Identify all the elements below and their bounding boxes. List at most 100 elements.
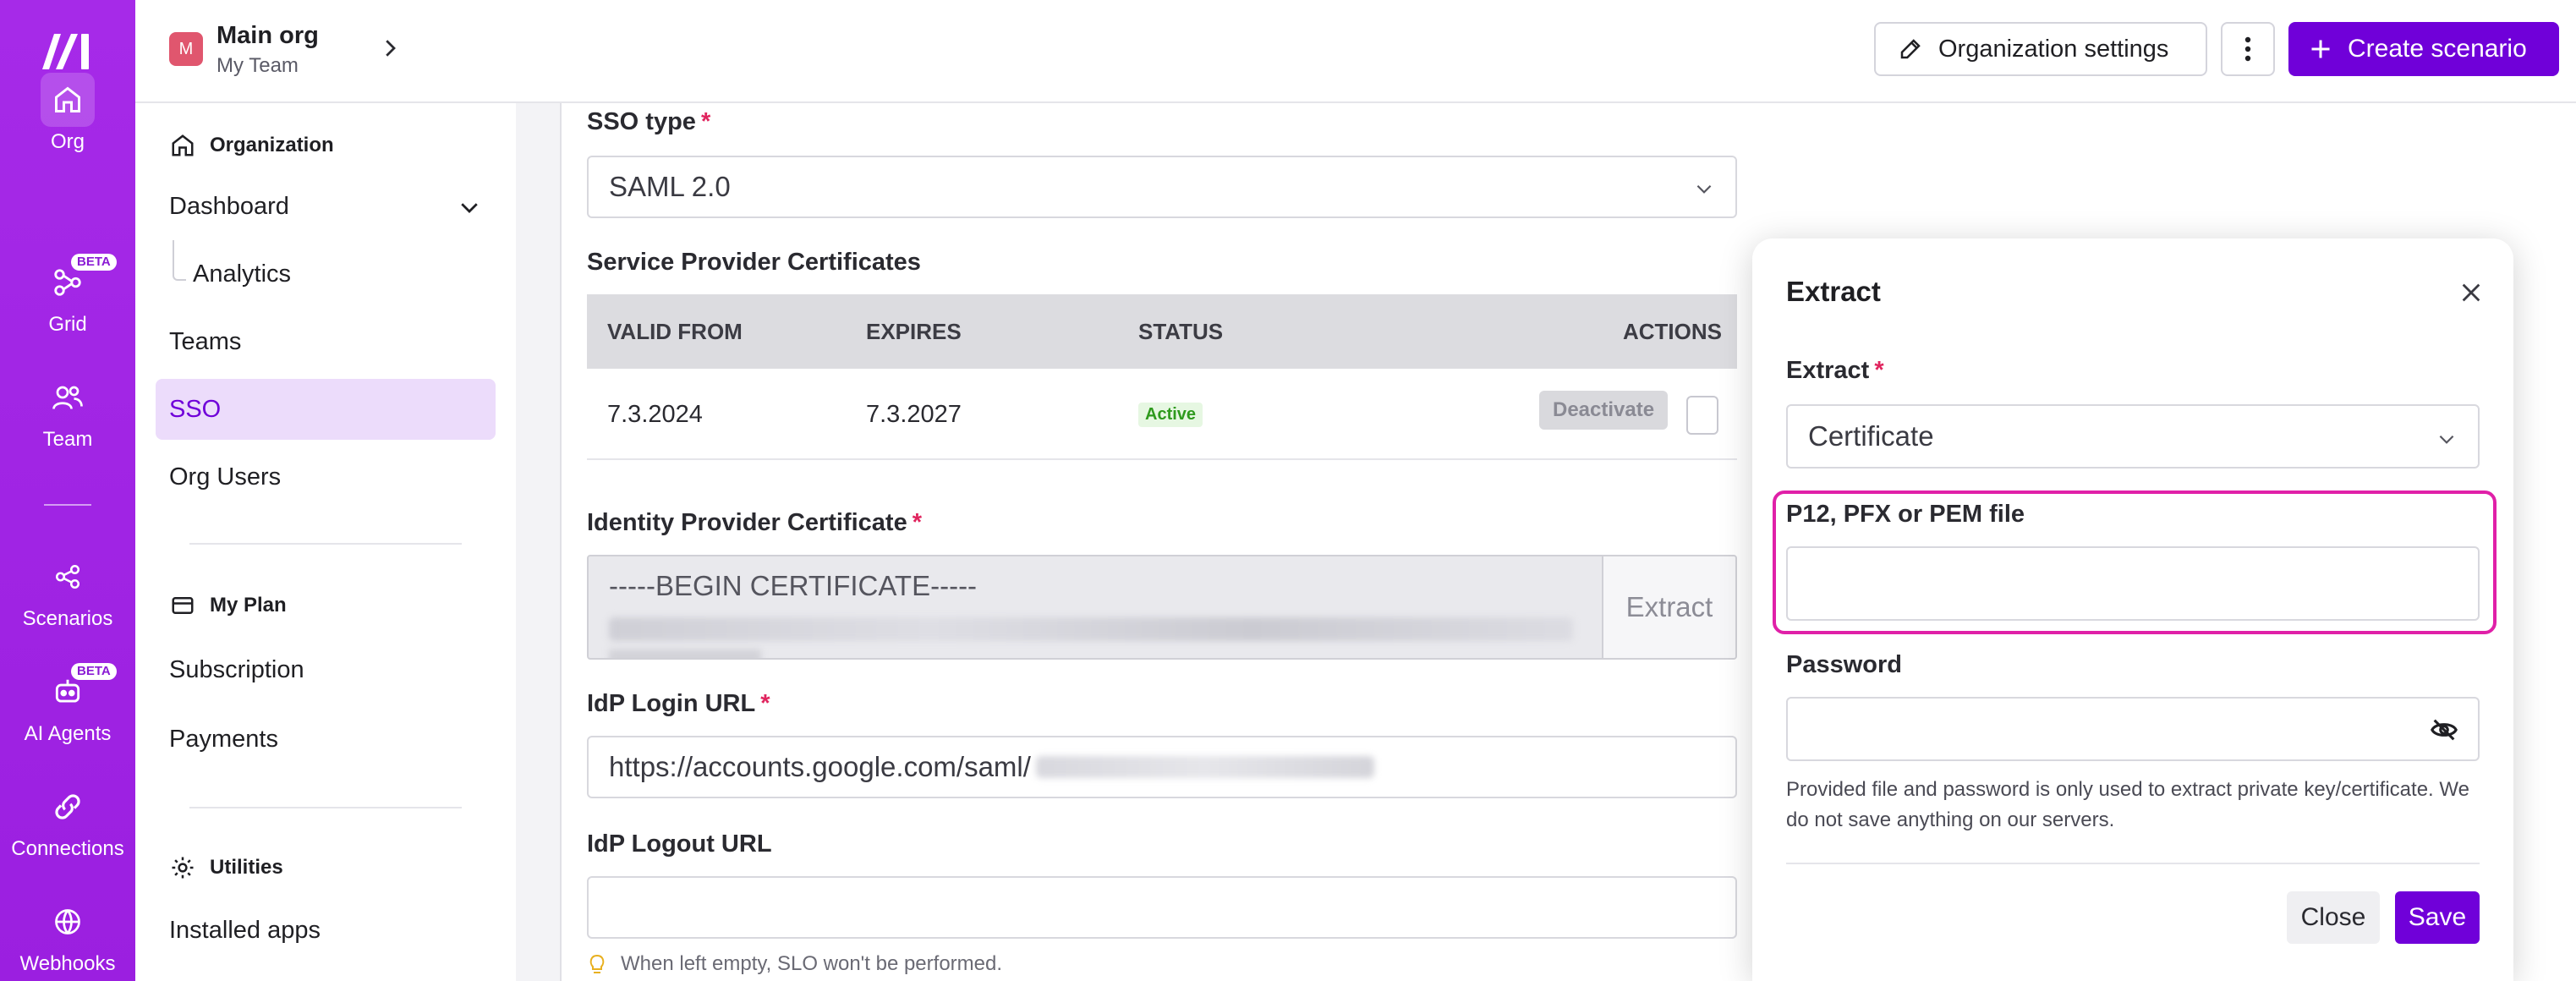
globe-icon bbox=[41, 895, 95, 949]
rail-item-team[interactable]: Team bbox=[0, 370, 135, 452]
idp-certificate-label: Identity Provider Certificate * bbox=[587, 509, 922, 537]
privacy-note: Provided file and password is only used … bbox=[1786, 778, 2469, 831]
input-value: https://accounts.google.com/saml/ bbox=[609, 751, 1031, 782]
sidebar-item-analytics[interactable]: Analytics bbox=[193, 260, 291, 288]
idp-login-url-input[interactable]: https://accounts.google.com/saml/ bbox=[587, 736, 1737, 798]
edit-icon bbox=[1900, 39, 1921, 59]
tree-connector bbox=[173, 240, 186, 281]
rail-item-ai-agents[interactable]: BETA AI Agents bbox=[0, 663, 135, 746]
select-value: SAML 2.0 bbox=[609, 171, 731, 202]
select-value: Certificate bbox=[1808, 420, 1934, 452]
redacted-url bbox=[1035, 756, 1374, 778]
file-upload-input[interactable] bbox=[1786, 546, 2480, 621]
section-my-plan: My Plan bbox=[169, 592, 287, 619]
team-name: My Team bbox=[216, 54, 299, 77]
home-icon bbox=[41, 73, 95, 127]
credit-card-icon bbox=[169, 592, 196, 619]
required-mark: * bbox=[700, 108, 711, 135]
extract-button[interactable]: Extract bbox=[1602, 556, 1735, 658]
hint-text: When left empty, SLO won't be performed. bbox=[621, 952, 1003, 975]
organization-settings-button[interactable]: Organization settings bbox=[1874, 22, 2207, 76]
sidebar-item-teams[interactable]: Teams bbox=[156, 311, 496, 372]
eye-off-icon[interactable] bbox=[2429, 715, 2459, 744]
label-text: Identity Provider Certificate bbox=[587, 509, 907, 536]
column-header: EXPIRES bbox=[866, 318, 962, 344]
save-button[interactable]: Save bbox=[2395, 891, 2480, 944]
logout-hint: When left empty, SLO won't be performed. bbox=[587, 952, 1002, 976]
app-rail: Org BETA Grid Team Scenarios BETA AI Age… bbox=[0, 0, 135, 981]
sso-type-select[interactable]: SAML 2.0 bbox=[587, 156, 1737, 218]
file-label: P12, PFX or PEM file bbox=[1786, 501, 2025, 528]
sidebar-item-payments[interactable]: Payments bbox=[156, 709, 496, 770]
label-text: SSO type bbox=[587, 108, 696, 135]
org-avatar[interactable]: M bbox=[169, 32, 203, 66]
required-mark: * bbox=[1874, 357, 1884, 384]
password-label: Password bbox=[1786, 651, 1902, 678]
sidebar-item-label: Subscription bbox=[169, 655, 304, 683]
home-outline-icon bbox=[169, 132, 196, 159]
chevron-down-icon[interactable] bbox=[457, 195, 482, 220]
sp-certificates-table: VALID FROM EXPIRES STATUS ACTIONS 7.3.20… bbox=[587, 294, 1737, 460]
section-utilities: Utilities bbox=[169, 854, 283, 881]
rail-label: Connections bbox=[11, 837, 124, 860]
cell-expires: 7.3.2027 bbox=[866, 401, 962, 428]
more-options-button[interactable] bbox=[2221, 22, 2275, 76]
sidebar-item-label: SSO bbox=[169, 395, 222, 423]
required-mark: * bbox=[912, 509, 923, 536]
section-title: Organization bbox=[210, 134, 334, 156]
rail-label: AI Agents bbox=[24, 722, 112, 745]
kebab-menu-icon bbox=[2244, 36, 2251, 62]
rail-divider bbox=[44, 504, 91, 506]
sidebar-item-installed-apps[interactable]: Installed apps bbox=[156, 900, 496, 961]
row-checkbox[interactable] bbox=[1686, 396, 1718, 435]
password-input[interactable] bbox=[1786, 697, 2480, 761]
rail-item-scenarios[interactable]: Scenarios bbox=[0, 550, 135, 631]
dialog-divider bbox=[1786, 863, 2480, 864]
chevron-down-icon bbox=[1696, 184, 1712, 194]
status-badge: Active bbox=[1138, 403, 1203, 427]
column-header: STATUS bbox=[1138, 318, 1224, 344]
make-logo-icon[interactable] bbox=[37, 29, 98, 73]
rail-item-grid[interactable]: BETA Grid bbox=[0, 254, 135, 337]
table-row: 7.3.2024 7.3.2027 Active Deactivate bbox=[587, 369, 1737, 460]
close-button[interactable]: Close bbox=[2287, 891, 2380, 944]
org-name[interactable]: Main org bbox=[216, 22, 319, 50]
close-icon[interactable] bbox=[2459, 281, 2483, 304]
beta-badge: BETA bbox=[71, 663, 117, 680]
sidebar-item-org-users[interactable]: Org Users bbox=[156, 447, 496, 507]
section-title: Utilities bbox=[210, 856, 283, 879]
create-scenario-button[interactable]: Create scenario bbox=[2288, 22, 2559, 76]
ai-agent-icon: BETA bbox=[41, 663, 117, 719]
rail-item-webhooks[interactable]: Webhooks bbox=[0, 895, 135, 976]
required-mark: * bbox=[760, 690, 770, 717]
rail-label: Scenarios bbox=[22, 607, 113, 630]
grid-nodes-icon: BETA bbox=[41, 254, 117, 310]
dialog-title: Extract bbox=[1786, 276, 1881, 307]
sidebar-item-subscription[interactable]: Subscription bbox=[156, 639, 496, 700]
lightbulb-icon bbox=[589, 954, 605, 973]
link-icon bbox=[41, 780, 95, 834]
deactivate-button[interactable]: Deactivate bbox=[1539, 391, 1669, 430]
sidebar-item-sso[interactable]: SSO bbox=[156, 379, 496, 440]
chevron-right-icon[interactable] bbox=[377, 36, 403, 61]
extract-type-select[interactable]: Certificate bbox=[1786, 404, 2480, 469]
rail-item-connections[interactable]: Connections bbox=[0, 780, 135, 861]
sidebar-divider bbox=[189, 543, 462, 545]
redacted-certificate bbox=[609, 649, 761, 658]
settings-label: Organization settings bbox=[1938, 35, 2169, 63]
rail-item-org[interactable]: Org bbox=[0, 73, 135, 154]
rail-label: Webhooks bbox=[19, 952, 116, 975]
sidebar-item-label: Dashboard bbox=[169, 192, 289, 220]
share-nodes-icon bbox=[41, 550, 95, 604]
cell-valid-from: 7.3.2024 bbox=[607, 401, 703, 428]
sidebar-item-dashboard[interactable]: Dashboard bbox=[156, 176, 496, 237]
create-label: Create scenario bbox=[2348, 35, 2527, 63]
sidebar-item-label: Payments bbox=[169, 725, 278, 753]
idp-certificate-textarea[interactable]: -----BEGIN CERTIFICATE----- Extract bbox=[587, 555, 1737, 660]
chevron-down-icon bbox=[2439, 435, 2454, 444]
idp-logout-url-input[interactable] bbox=[587, 876, 1737, 939]
section-title: My Plan bbox=[210, 594, 287, 617]
idp-login-url-label: IdP Login URL * bbox=[587, 690, 770, 718]
section-organization: Organization bbox=[169, 132, 334, 159]
extract-type-label: Extract * bbox=[1786, 357, 1884, 385]
